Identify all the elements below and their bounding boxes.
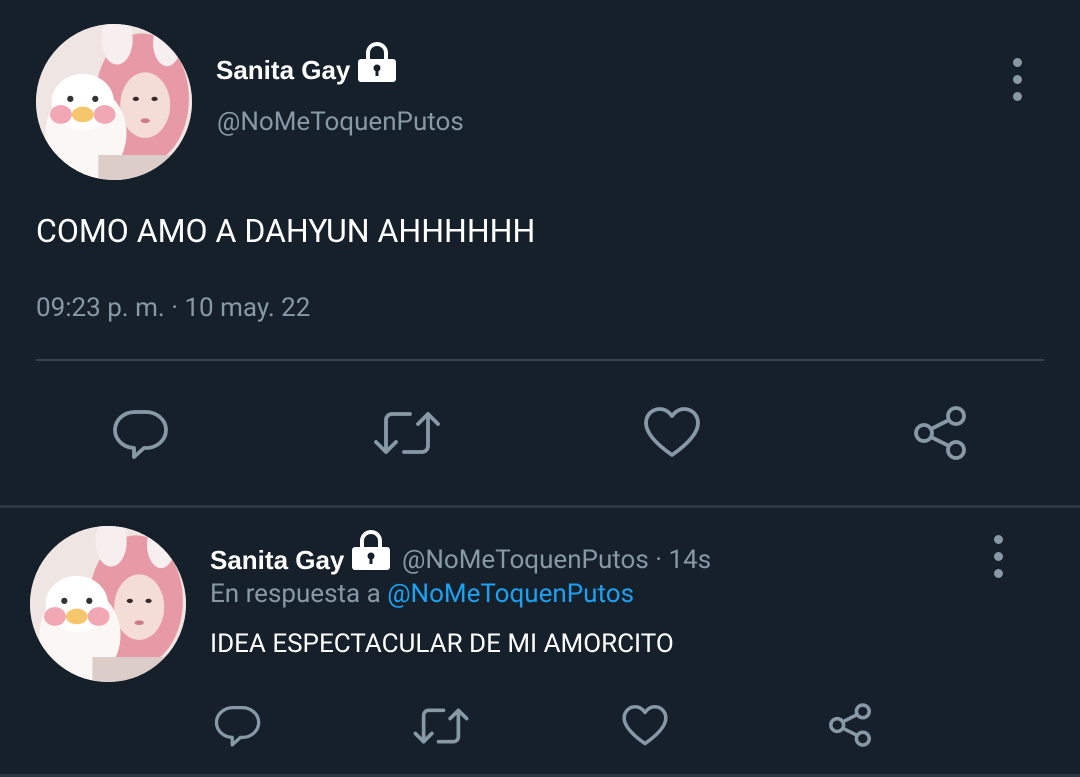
section-divider — [0, 505, 1080, 508]
dot-icon — [993, 535, 1003, 544]
more-options-button[interactable] — [1007, 58, 1027, 101]
dot-icon — [1012, 92, 1022, 101]
display-name[interactable]: Sanita Gay — [216, 55, 350, 86]
tweet-text: COMO AMO A DAHYUN AHHHHHH — [36, 212, 536, 250]
avatar[interactable] — [36, 24, 192, 180]
retweet-button[interactable] — [412, 702, 470, 750]
tweet-timestamp[interactable]: 09:23 p. m. · 10 may. 22 — [36, 293, 310, 323]
display-name[interactable]: Sanita Gay — [210, 545, 344, 576]
avatar-image — [36, 24, 192, 180]
like-button[interactable] — [620, 702, 670, 750]
reply-prefix: En respuesta a — [210, 579, 381, 609]
like-button[interactable] — [640, 402, 704, 464]
share-button[interactable] — [824, 700, 876, 750]
reply-to-link[interactable]: @NoMeToquenPutos — [387, 579, 634, 609]
retweet-icon — [374, 412, 440, 454]
avatar-image — [30, 526, 186, 682]
reply-button[interactable] — [212, 700, 264, 750]
reply-context: En respuesta a @NoMeToquenPutos — [210, 579, 634, 609]
dot-icon — [1012, 75, 1022, 84]
like-icon — [622, 705, 668, 746]
dot-icon — [993, 569, 1003, 578]
lock-icon — [358, 42, 396, 82]
dot-icon — [993, 552, 1003, 561]
divider — [36, 359, 1044, 361]
user-handle-time[interactable]: @NoMeToquenPutos · 14s — [402, 545, 711, 575]
reply-icon — [113, 410, 168, 459]
lock-icon — [352, 530, 390, 570]
share-icon — [829, 703, 871, 747]
retweet-icon — [413, 708, 469, 744]
dot-icon — [1012, 58, 1022, 67]
share-icon — [914, 406, 966, 460]
reply-button[interactable] — [108, 402, 174, 464]
share-button[interactable] — [908, 402, 972, 464]
reply-icon — [214, 705, 261, 747]
user-handle[interactable]: @NoMeToquenPutos — [217, 107, 464, 137]
tweet-text: IDEA ESPECTACULAR DE MI AMORCITO — [210, 629, 674, 659]
like-icon — [644, 407, 700, 457]
avatar[interactable] — [30, 526, 186, 682]
retweet-button[interactable] — [372, 404, 442, 462]
more-options-button[interactable] — [988, 535, 1008, 578]
